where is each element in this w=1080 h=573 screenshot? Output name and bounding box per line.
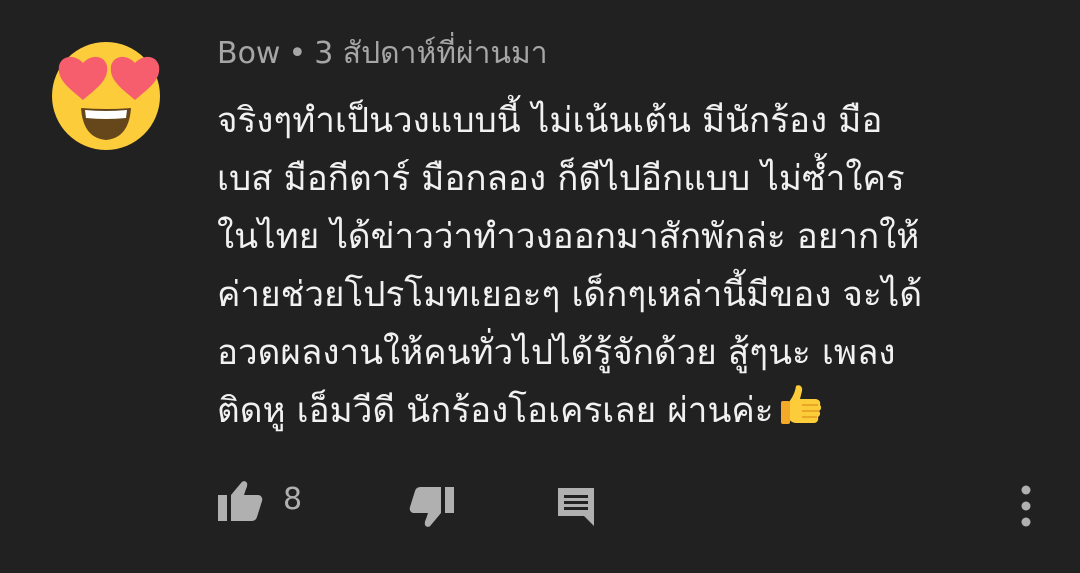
more-options-button[interactable] [1008,480,1044,532]
dislike-button[interactable] [406,484,458,532]
meta-separator: • [288,36,307,71]
avatar[interactable] [47,34,165,152]
author-name[interactable]: Bow [217,36,280,71]
comment-line: อวดผลงานให้คนทั่วไปได้รู้จักด้วย สู้ๆนะ … [217,333,896,373]
comment-text: จริงๆทำเป็นวงแบบนี้ ไม่เน้นเต้น มีนักร้อ… [217,92,1047,440]
comment-line: ในไทย ได้ข่าวว่าทำวงออกมาสักพักล่ะ อยากใ… [217,217,920,257]
like-button[interactable] [214,476,266,524]
comment-line: ค่ายช่วยโปรโมทเยอะๆ เด็กๆเหล่านี้มีของ จ… [217,275,923,315]
comment-reply-icon [558,488,594,526]
comment-item: Bow • 3 สัปดาห์ที่ผ่านมา จริงๆทำเป็นวงแบบน… [0,0,1080,573]
comment-last-line: ติดหู เอ็มวีดี นักร้องโอเครเลย ผ่านค่ะ [217,382,1047,440]
comment-line: ติดหู เอ็มวีดี นักร้องโอเครเลย ผ่านค่ะ [217,391,774,431]
comment-meta: Bow • 3 สัปดาห์ที่ผ่านมา [217,32,548,76]
comment-timestamp[interactable]: 3 สัปดาห์ที่ผ่านมา [314,36,547,71]
more-vert-icon [1021,485,1031,527]
like-count: 8 [283,482,303,517]
heart-eyes-emoji-icon [52,42,160,150]
comment-line: จริงๆทำเป็นวงแบบนี้ ไม่เน้นเต้น มีนักร้อ… [217,101,883,141]
reply-button[interactable] [552,482,600,530]
comment-line: เบส มือกีตาร์ มือกลอง ก็ดีไปอีกแบบ ไม่ซ้… [217,159,905,199]
thumb-down-icon [409,487,454,527]
comment-actions: 8 [0,470,1080,530]
thumbs-up-emoji-icon [780,385,821,424]
thumb-up-icon [218,481,263,521]
